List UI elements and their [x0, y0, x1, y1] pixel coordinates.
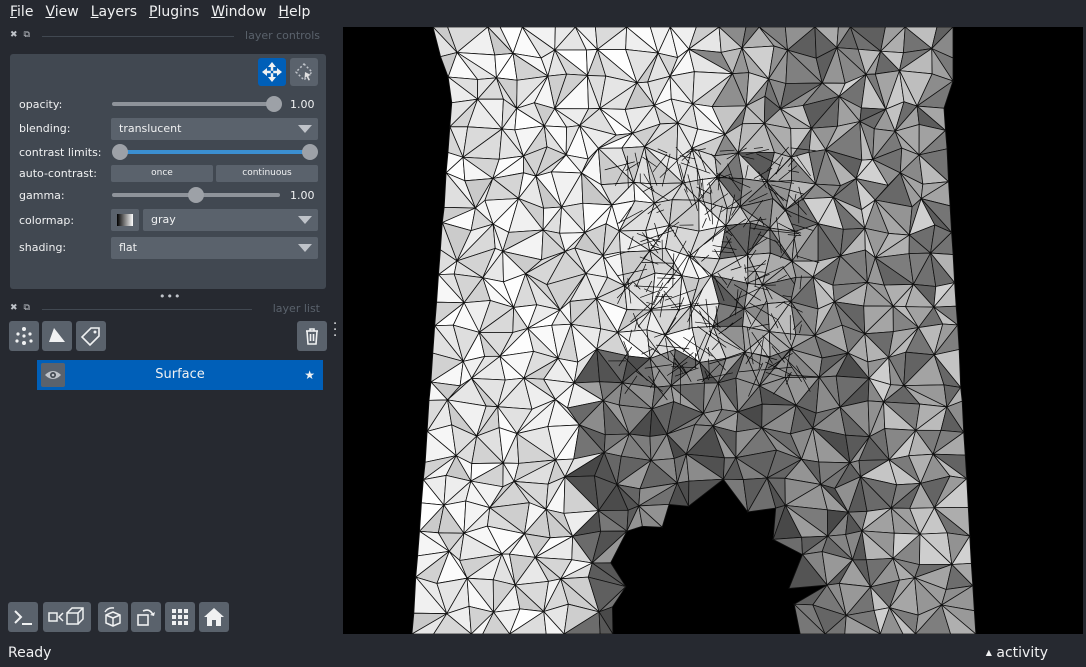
- home-icon: [204, 608, 224, 626]
- tag-icon: [80, 327, 100, 347]
- surface-mesh-render: [411, 27, 977, 634]
- contrast-limits-label: contrast limits:: [19, 146, 102, 159]
- ndisplay-toggle-button[interactable]: [43, 602, 91, 632]
- titlebar-divider: [42, 309, 252, 310]
- auto-contrast-once-button[interactable]: once: [111, 165, 213, 182]
- dock-close-icon[interactable]: ✖: [10, 303, 18, 313]
- layer-list-item-surface[interactable]: Surface ★: [37, 360, 323, 390]
- dock-float-icon[interactable]: ⧉: [24, 303, 30, 313]
- terminal-icon: [14, 610, 32, 625]
- dock-buttons: ✖ ⧉: [10, 303, 30, 313]
- console-button[interactable]: [8, 602, 38, 632]
- menu-layers-mnemonic: L: [90, 4, 99, 20]
- transpose-dimensions-button[interactable]: [131, 602, 161, 632]
- auto-contrast-label: auto-contrast:: [19, 167, 98, 180]
- menu-file-label: ile: [17, 4, 34, 20]
- layer-controls-panel: opacity: 1.00 blending: translucent cont…: [10, 54, 326, 289]
- shading-label: shading:: [19, 241, 67, 254]
- grid-view-button[interactable]: [165, 602, 195, 632]
- menu-view-label: iew: [54, 4, 79, 20]
- opacity-label: opacity:: [19, 98, 63, 111]
- menu-layers-label: ayers: [98, 4, 138, 20]
- mesh-triangles: [411, 27, 977, 634]
- dock-close-icon[interactable]: ✖: [10, 30, 18, 40]
- shapes-icon: [49, 328, 65, 342]
- menu-help-label: elp: [288, 4, 311, 20]
- auto-contrast-continuous-button[interactable]: continuous: [216, 165, 318, 182]
- colormap-preview: [111, 209, 139, 231]
- contrast-limit-low-handle[interactable]: [112, 144, 128, 160]
- menu-view[interactable]: View: [39, 0, 84, 24]
- layer-controls-titlebar: ✖ ⧉ layer controls: [0, 27, 332, 45]
- status-message: Ready: [8, 645, 52, 661]
- opacity-slider[interactable]: [112, 102, 274, 106]
- menu-layers[interactable]: Layers: [85, 0, 143, 24]
- menu-view-mnemonic: V: [45, 4, 55, 20]
- opacity-slider-handle[interactable]: [266, 96, 282, 112]
- dock-buttons: ✖ ⧉: [10, 30, 30, 40]
- menu-window-label: indow: [224, 4, 267, 20]
- layer-list-title: layer list: [272, 302, 320, 315]
- menu-file-mnemonic: F: [10, 4, 18, 20]
- reset-view-button[interactable]: [199, 602, 229, 632]
- menu-file[interactable]: File: [4, 0, 39, 24]
- menu-plugins[interactable]: Plugins: [143, 0, 205, 24]
- gamma-slider-handle[interactable]: [188, 187, 204, 203]
- blending-select[interactable]: translucent: [111, 118, 318, 140]
- delete-layer-button[interactable]: [297, 321, 327, 351]
- dock-float-icon[interactable]: ⧉: [24, 30, 30, 40]
- colormap-value: gray: [151, 213, 176, 226]
- shading-select[interactable]: flat: [111, 237, 318, 259]
- visibility-toggle[interactable]: [41, 363, 65, 387]
- shading-value: flat: [119, 241, 137, 254]
- more-options-icon[interactable]: · · ·: [333, 318, 337, 343]
- transform-button[interactable]: [290, 58, 318, 86]
- cube-roll-icon: [104, 607, 121, 627]
- caret-up-icon: ▲: [985, 648, 992, 657]
- star-icon: ★: [304, 368, 315, 382]
- chevron-down-icon: [298, 125, 312, 133]
- transform-select-icon: [294, 62, 314, 82]
- chevron-down-icon: [298, 244, 312, 252]
- gamma-label: gamma:: [19, 189, 65, 202]
- layer-list-titlebar: ✖ ⧉ layer list: [0, 300, 332, 318]
- rotate-square-icon: [137, 609, 155, 626]
- chevron-down-icon: [298, 216, 312, 224]
- activity-label: activity: [996, 645, 1048, 661]
- menu-help-mnemonic: H: [278, 4, 289, 20]
- colormap-select[interactable]: gray: [143, 209, 318, 231]
- points-icon: [15, 327, 33, 345]
- layer-name[interactable]: Surface: [37, 360, 323, 390]
- titlebar-divider: [42, 36, 234, 37]
- viewer-canvas[interactable]: [343, 27, 1083, 634]
- colormap-gradient-swatch: [117, 214, 133, 226]
- new-labels-layer-button[interactable]: [76, 321, 106, 351]
- new-shapes-layer-button[interactable]: [42, 321, 72, 351]
- gamma-value: 1.00: [290, 189, 315, 202]
- menu-help[interactable]: Help: [272, 0, 316, 24]
- roll-dimensions-button[interactable]: [98, 602, 128, 632]
- opacity-value: 1.00: [290, 98, 315, 111]
- contrast-limit-high-handle[interactable]: [302, 144, 318, 160]
- trash-icon: [306, 328, 318, 345]
- move-arrows-icon: [262, 62, 282, 82]
- eye-icon: [45, 371, 61, 379]
- grid-icon: [172, 609, 188, 625]
- colormap-label: colormap:: [19, 214, 75, 227]
- menu-bar: File View Layers Plugins Window Help: [0, 0, 1086, 24]
- new-points-layer-button[interactable]: [9, 321, 39, 351]
- pan-zoom-button[interactable]: [258, 58, 286, 86]
- menu-window[interactable]: Window: [205, 0, 272, 24]
- layer-controls-title: layer controls: [245, 29, 320, 42]
- blending-value: translucent: [119, 122, 182, 135]
- 2d-3d-toggle-icon: [48, 607, 84, 625]
- activity-button[interactable]: ▲ activity: [986, 645, 1048, 661]
- blending-label: blending:: [19, 122, 71, 135]
- contrast-limits-slider[interactable]: [120, 150, 310, 154]
- menu-plugins-label: lugins: [157, 4, 200, 20]
- menu-window-mnemonic: W: [211, 4, 225, 20]
